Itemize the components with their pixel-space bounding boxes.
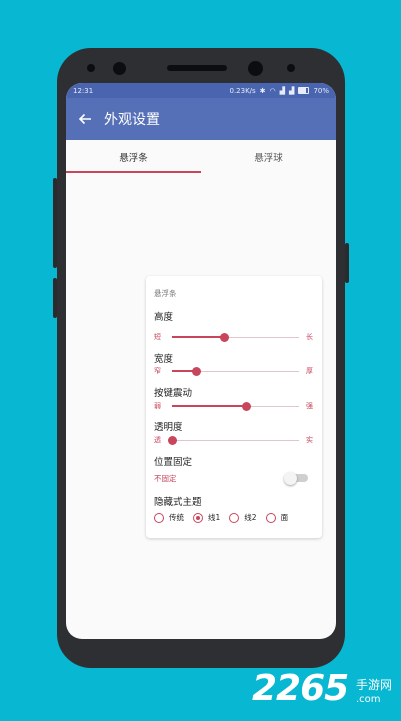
wifi-icon: ◠: [269, 86, 276, 95]
radio-option-label: 面: [280, 513, 289, 522]
height-slider[interactable]: 短 长: [154, 331, 313, 343]
settings-card: 悬浮条 高度 短 长 宽度 窄 厚 按键震动 弱 强 透明度 透 实 位置固定 …: [146, 276, 322, 538]
slider-max-label: 强: [306, 402, 313, 410]
slider-thumb[interactable]: [219, 332, 229, 342]
bluetooth-icon: ✱: [259, 86, 266, 95]
radio-option-line2[interactable]: 线2: [229, 512, 257, 523]
fixed-position-label: 位置固定: [154, 457, 193, 468]
slider-thumb[interactable]: [191, 366, 201, 376]
width-slider[interactable]: 窄 厚: [154, 365, 313, 377]
tab-indicator: [66, 171, 201, 173]
slider-fill: [172, 405, 247, 407]
app-bar: 外观设置: [66, 98, 336, 140]
earpiece-speaker: [167, 65, 227, 71]
radio-option-label: 传统: [169, 513, 184, 522]
signal-icon: ▟: [289, 86, 295, 95]
status-bar: 12:31 0.23K/s ✱ ◠ ▟ ▟ 70%: [66, 83, 336, 98]
power-button: [345, 243, 349, 283]
slider-fill: [172, 336, 225, 338]
radio-option-label: 线1: [208, 513, 221, 522]
radio-circle-icon[interactable]: [154, 512, 164, 523]
radio-option-label: 线2: [244, 513, 257, 522]
radio-circle-icon[interactable]: [229, 512, 240, 523]
radio-circle-icon[interactable]: [265, 512, 276, 523]
slider-min-label: 透: [154, 436, 161, 444]
slider-track: [172, 401, 299, 411]
status-time: 12:31: [73, 86, 94, 95]
battery-icon: [298, 87, 310, 94]
radio-circle-icon[interactable]: [193, 512, 203, 523]
tab-float-ball[interactable]: 悬浮球: [201, 140, 336, 173]
tab-bar: 悬浮条 悬浮球: [66, 140, 336, 173]
radio-option-traditional[interactable]: 传统: [154, 512, 184, 523]
slider-min-label: 弱: [154, 402, 161, 410]
volume-button: [53, 178, 57, 268]
hidden-theme-radio-group: 传统 线1 线2 面: [154, 512, 297, 523]
opacity-label: 透明度: [154, 422, 183, 433]
watermark-cn: 手游网: [356, 678, 393, 692]
slider-max-label: 长: [306, 333, 313, 341]
slider-min-label: 窄: [154, 367, 161, 375]
side-button: [53, 278, 57, 318]
slider-track: [167, 435, 299, 445]
watermark-url: .com: [356, 694, 381, 705]
radio-option-line1[interactable]: 线1: [193, 512, 220, 523]
vibration-slider[interactable]: 弱 强: [154, 400, 313, 412]
section-title: 悬浮条: [154, 289, 177, 298]
tab-float-bar[interactable]: 悬浮条: [66, 140, 201, 173]
vibration-label: 按键震动: [154, 388, 193, 399]
network-speed: 0.23K/s: [229, 86, 256, 95]
fixed-position-toggle[interactable]: [284, 471, 308, 485]
sensor-dot: [287, 64, 295, 72]
slider-thumb[interactable]: [167, 435, 177, 445]
watermark-number: 2265: [252, 668, 349, 709]
page-title: 外观设置: [104, 112, 160, 128]
radio-option-surface[interactable]: 面: [265, 512, 289, 523]
slider-thumb[interactable]: [242, 401, 252, 411]
slider-track: [172, 332, 299, 342]
battery-level: 70%: [313, 86, 329, 95]
slider-max-label: 厚: [306, 367, 313, 375]
phone-frame: 12:31 0.23K/s ✱ ◠ ▟ ▟ 70% 外观设置 悬浮条 悬浮球 悬…: [53, 48, 349, 668]
slider-min-label: 短: [154, 333, 161, 341]
front-camera-icon: [248, 61, 263, 76]
slider-max-label: 实: [306, 436, 313, 444]
arrow-left-icon[interactable]: [66, 110, 104, 129]
width-label: 宽度: [154, 354, 174, 365]
toggle-knob: [284, 471, 297, 485]
app-screen: 12:31 0.23K/s ✱ ◠ ▟ ▟ 70% 外观设置 悬浮条 悬浮球 悬…: [66, 83, 336, 639]
front-camera-icon: [113, 62, 126, 75]
signal-icon: ▟: [279, 86, 286, 95]
hidden-theme-label: 隐藏式主题: [154, 497, 202, 508]
sensor-dot: [87, 64, 95, 72]
slider-track: [172, 366, 299, 376]
fixed-position-status: 不固定: [154, 474, 177, 483]
height-label: 高度: [154, 312, 174, 323]
opacity-slider[interactable]: 透 实: [154, 434, 313, 446]
site-watermark-logo: 2265 手游网 .com: [252, 668, 392, 709]
